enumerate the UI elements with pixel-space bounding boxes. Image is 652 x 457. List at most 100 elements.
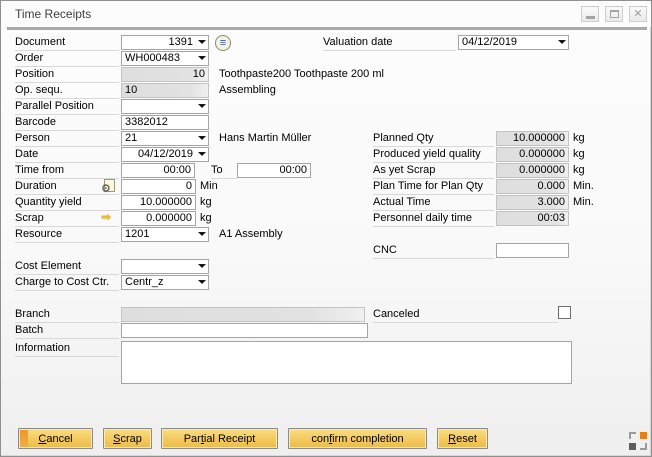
scrap-button-label: Scrap [113, 433, 142, 445]
batch-field[interactable] [121, 323, 368, 338]
partial-receipt-button-label: Partial Receipt [184, 433, 256, 445]
order-label: Order [15, 51, 119, 67]
scrap-unit: kg [200, 211, 212, 226]
resource-field[interactable]: 1201 [121, 227, 209, 242]
document-field[interactable]: 1391 [121, 35, 209, 50]
quantity-yield-unit: kg [200, 195, 212, 210]
scrap-link-arrow-icon[interactable]: ➡ [101, 211, 111, 224]
position-label: Position [15, 67, 119, 83]
titlebar-separator [7, 27, 647, 30]
cancel-button-label: Cancel [38, 433, 72, 445]
planned-qty-unit: kg [573, 131, 585, 146]
operation-description-text: Assembling [219, 83, 276, 98]
grip-square-gray [629, 443, 636, 450]
op-sequ-field: 10 [121, 83, 209, 98]
dropdown-arrow-icon[interactable] [198, 40, 206, 44]
dropdown-arrow-icon[interactable] [198, 136, 206, 140]
quantity-yield-label: Quantity yield [15, 195, 119, 211]
document-label: Document [15, 35, 119, 51]
batch-label: Batch [15, 323, 119, 339]
plan-time-field: 0.000 [496, 179, 569, 194]
person-field[interactable]: 21 [121, 131, 209, 146]
confirm-completion-button[interactable]: confirm completion [288, 428, 427, 449]
grip-square-orange [640, 432, 647, 439]
valuation-date-field[interactable]: 04/12/2019 [458, 35, 569, 50]
time-to-field[interactable]: 00:00 [237, 163, 311, 178]
duration-unit: Min [200, 179, 218, 194]
charge-cost-ctr-field[interactable]: Centr_z [121, 275, 209, 290]
quantity-yield-field[interactable]: 10.000000 [121, 195, 196, 210]
as-yet-scrap-field: 0.000000 [496, 163, 569, 178]
cost-element-field[interactable] [121, 259, 209, 274]
close-icon: ✕ [633, 9, 642, 20]
time-from-label: Time from [15, 163, 119, 179]
personnel-daily-time-label: Personnel daily time [373, 211, 494, 227]
produced-yield-quality-field: 0.000000 [496, 147, 569, 162]
close-button[interactable]: ✕ [629, 6, 647, 22]
parallel-position-label: Parallel Position [15, 99, 119, 115]
branch-field [121, 307, 365, 322]
duration-field[interactable]: 0 [121, 179, 196, 194]
duration-gear-icon[interactable]: ⚙ [104, 179, 115, 192]
valuation-date-label: Valuation date [323, 35, 456, 51]
cancel-button[interactable]: Cancel [18, 428, 93, 449]
grip-corner-top-left [629, 432, 636, 439]
order-field[interactable]: WH000483 [121, 51, 209, 66]
information-label: Information [15, 341, 119, 357]
information-textarea[interactable] [121, 341, 572, 384]
item-description-text: Toothpaste200 Toothpaste 200 ml [219, 67, 384, 82]
as-yet-scrap-unit: kg [573, 163, 585, 178]
dropdown-arrow-icon[interactable] [198, 264, 206, 268]
branch-label: Branch [15, 307, 119, 323]
personnel-daily-time-field: 00:03 [496, 211, 569, 226]
date-field[interactable]: 04/12/2019 [121, 147, 209, 162]
cost-element-label: Cost Element [15, 259, 119, 275]
barcode-label: Barcode [15, 115, 119, 131]
maximize-icon [610, 10, 619, 18]
dropdown-arrow-icon[interactable] [198, 232, 206, 236]
position-field: 10 [121, 67, 209, 82]
cnc-field[interactable] [496, 243, 569, 258]
planned-qty-label: Planned Qty [373, 131, 494, 147]
resource-description-text: A1 Assembly [219, 227, 283, 242]
plan-time-label: Plan Time for Plan Qty [373, 179, 494, 195]
charge-cost-ctr-label: Charge to Cost Ctr. [15, 275, 119, 291]
barcode-field[interactable]: 3382012 [121, 115, 209, 130]
scrap-button[interactable]: Scrap [103, 428, 152, 449]
time-from-field[interactable]: 00:00 [121, 163, 195, 178]
dropdown-arrow-icon[interactable] [198, 56, 206, 60]
gear-icon: ⚙ [101, 184, 111, 195]
dropdown-arrow-icon[interactable] [198, 152, 206, 156]
confirm-completion-button-label: confirm completion [311, 433, 403, 445]
canceled-checkbox[interactable] [558, 306, 571, 319]
person-label: Person [15, 131, 119, 147]
grip-corner-bottom-right [640, 443, 647, 450]
dropdown-arrow-icon[interactable] [558, 40, 566, 44]
time-to-label: To [211, 163, 237, 179]
dropdown-arrow-icon[interactable] [198, 280, 206, 284]
partial-receipt-button[interactable]: Partial Receipt [161, 428, 278, 449]
actual-time-unit: Min. [573, 195, 594, 210]
reset-button[interactable]: Reset [437, 428, 488, 449]
plan-time-unit: Min. [573, 179, 594, 194]
produced-yield-quality-label: Produced yield quality [373, 147, 494, 163]
minimize-icon [586, 16, 595, 19]
resize-grip-icon[interactable] [629, 432, 647, 450]
window-title: Time Receipts [15, 7, 91, 21]
planned-qty-field: 10.000000 [496, 131, 569, 146]
document-menu-icon[interactable]: ≡ [215, 35, 231, 51]
parallel-position-field[interactable] [121, 99, 209, 114]
actual-time-label: Actual Time [373, 195, 494, 211]
dropdown-arrow-icon[interactable] [198, 104, 206, 108]
title-bar[interactable]: Time Receipts ✕ [1, 1, 651, 27]
minimize-button[interactable] [581, 6, 599, 22]
actual-time-field: 3.000 [496, 195, 569, 210]
maximize-button[interactable] [605, 6, 623, 22]
produced-yield-quality-unit: kg [573, 147, 585, 162]
reset-button-label: Reset [448, 433, 477, 445]
person-name-text: Hans Martin Müller [219, 131, 311, 146]
cnc-label: CNC [373, 243, 494, 259]
scrap-field[interactable]: 0.000000 [121, 211, 196, 226]
op-sequ-label: Op. sequ. [15, 83, 119, 99]
time-receipts-window: Time Receipts ✕ Document 1391 ≡ Order WH… [0, 0, 652, 457]
